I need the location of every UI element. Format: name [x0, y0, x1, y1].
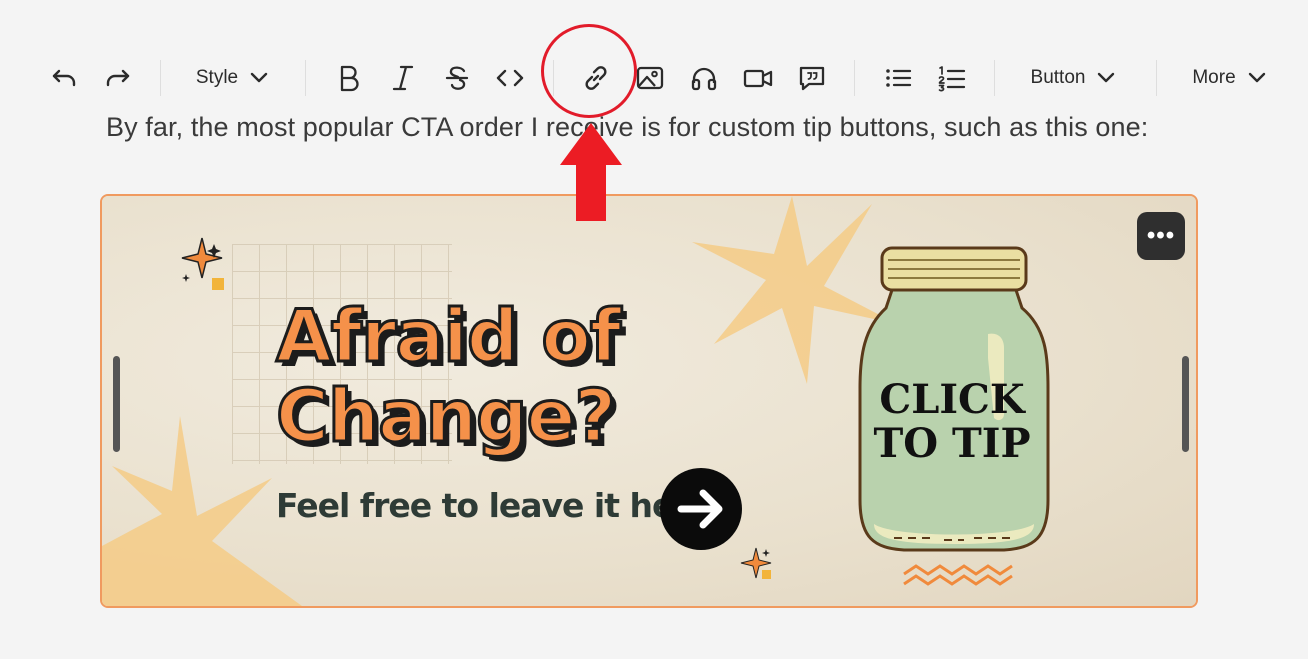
undo-button[interactable] — [44, 50, 84, 106]
undo-icon — [52, 69, 76, 87]
style-dropdown-label: Style — [195, 67, 239, 88]
image-options-button[interactable]: ••• — [1137, 212, 1185, 260]
chevron-down-icon — [1098, 72, 1115, 83]
more-dropdown-label: More — [1192, 67, 1236, 88]
image-icon — [636, 66, 664, 90]
strikethrough-icon — [445, 66, 469, 90]
italic-button[interactable] — [384, 50, 422, 106]
banner-subline: Feel free to leave it here — [276, 486, 711, 525]
numbered-list-button[interactable] — [932, 50, 972, 106]
more-horizontal-icon: ••• — [1146, 222, 1176, 249]
cta-banner-image[interactable]: Afraid of Change? Feel free to leave it … — [100, 194, 1198, 608]
toolbar-divider — [854, 60, 855, 96]
banner-headline: Afraid of Change? — [274, 294, 622, 458]
toolbar-divider — [305, 60, 306, 96]
code-button[interactable] — [490, 50, 530, 106]
jar-label: CLICK TO TIP — [872, 378, 1032, 466]
redo-button[interactable] — [98, 50, 138, 106]
resize-handle-left[interactable] — [113, 356, 120, 452]
audio-button[interactable] — [684, 50, 724, 106]
code-icon — [496, 69, 524, 87]
redo-icon — [106, 69, 130, 87]
video-button[interactable] — [738, 50, 778, 106]
button-dropdown-label: Button — [1030, 67, 1086, 88]
toolbar-divider — [994, 60, 995, 96]
editor-paragraph[interactable]: By far, the most popular CTA order I rec… — [106, 112, 1148, 143]
annotation-arrow-up-icon — [560, 123, 622, 221]
quote-icon — [799, 66, 825, 91]
style-dropdown[interactable]: Style — [190, 50, 274, 106]
chevron-down-icon — [250, 72, 268, 83]
toolbar-divider — [1156, 60, 1157, 96]
chevron-down-icon — [1248, 72, 1265, 83]
video-icon — [743, 69, 773, 88]
bold-icon — [340, 65, 359, 92]
resize-handle-right[interactable] — [1182, 356, 1189, 452]
more-dropdown[interactable]: More — [1186, 50, 1272, 106]
annotation-circle — [541, 24, 637, 118]
jar-label-line-1: CLICK — [879, 376, 1025, 423]
arrow-right-icon — [660, 468, 742, 550]
headline-line-2: Change? — [274, 374, 617, 458]
bullet-list-icon — [886, 69, 912, 87]
italic-icon — [392, 65, 414, 91]
jar-label-line-2: TO TIP — [873, 420, 1031, 467]
quote-button[interactable] — [792, 50, 832, 106]
numbered-list-icon — [938, 66, 966, 92]
button-dropdown[interactable]: Button — [1024, 50, 1122, 106]
bold-button[interactable] — [330, 50, 368, 106]
audio-icon — [691, 67, 717, 91]
strikethrough-button[interactable] — [438, 50, 476, 106]
editor-toolbar: Style Button More — [0, 50, 1308, 106]
toolbar-divider — [160, 60, 161, 96]
headline-line-1: Afraid of — [274, 294, 622, 378]
bullet-list-button[interactable] — [878, 50, 918, 106]
